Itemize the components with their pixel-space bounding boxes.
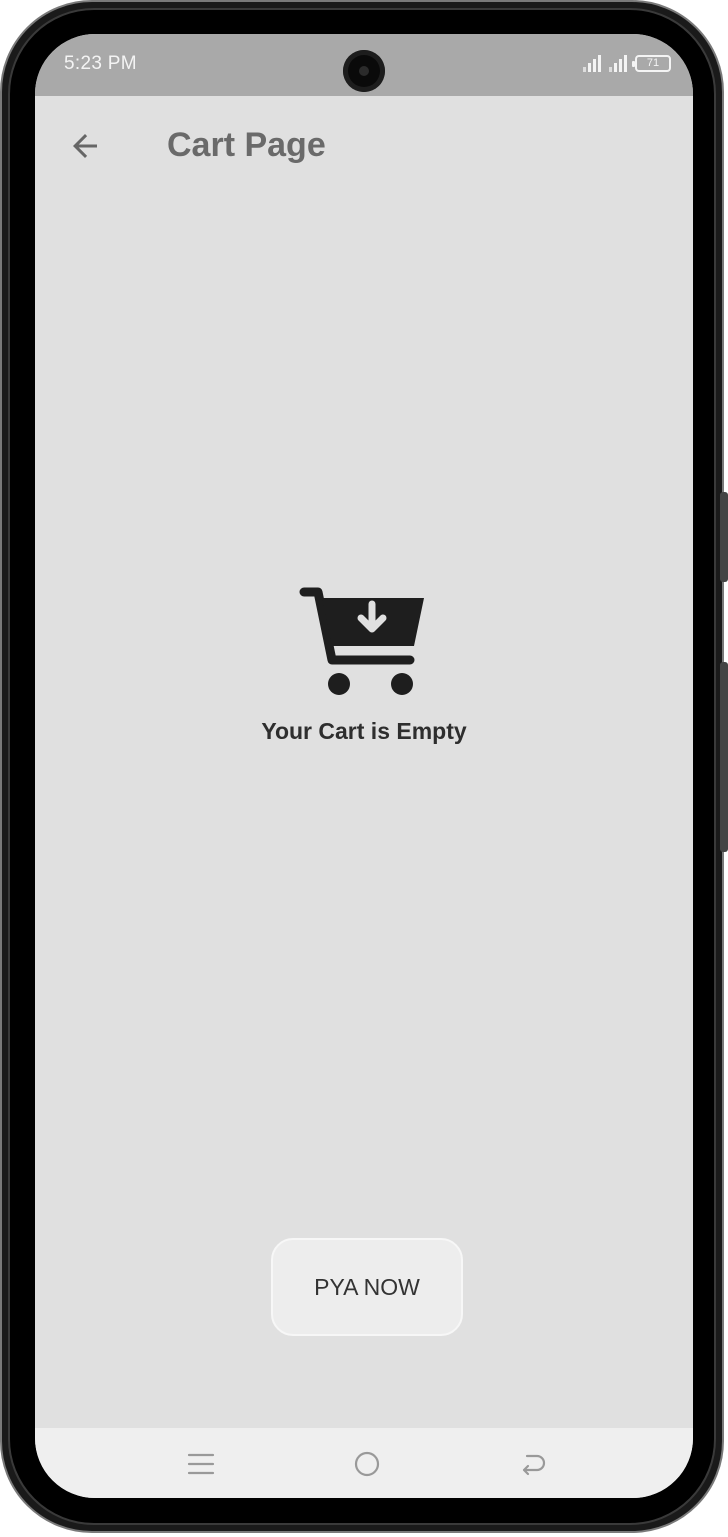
phone-frame: 5:23 PM 71 Cart Page Your Cart is Empty … bbox=[0, 0, 728, 1533]
back-button[interactable] bbox=[57, 118, 113, 174]
status-bar: 5:23 PM 71 bbox=[35, 34, 693, 96]
battery-icon: 71 bbox=[632, 55, 671, 72]
front-camera bbox=[343, 50, 385, 92]
volume-button bbox=[720, 492, 728, 582]
system-nav-bar bbox=[35, 1428, 693, 1498]
return-icon bbox=[522, 1454, 546, 1476]
signal-icon bbox=[609, 54, 627, 72]
empty-cart-state: Your Cart is Empty bbox=[35, 584, 693, 745]
menu-icon bbox=[187, 1453, 215, 1475]
nav-home-button[interactable] bbox=[347, 1446, 387, 1482]
nav-menu-button[interactable] bbox=[181, 1446, 221, 1482]
home-circle-icon bbox=[354, 1451, 380, 1477]
arrow-left-icon bbox=[73, 134, 97, 158]
status-icons: 71 bbox=[583, 54, 671, 72]
phone-screen: 5:23 PM 71 Cart Page Your Cart is Empty … bbox=[35, 34, 693, 1498]
app-bar: Cart Page bbox=[35, 96, 693, 200]
empty-cart-message: Your Cart is Empty bbox=[261, 718, 467, 744]
battery-level: 71 bbox=[646, 57, 660, 69]
page-title: Cart Page bbox=[167, 126, 326, 164]
pay-now-button[interactable]: PYA NOW bbox=[271, 1238, 463, 1336]
cart-download-icon bbox=[299, 587, 424, 695]
status-time: 5:23 PM bbox=[64, 53, 137, 74]
nav-back-button[interactable] bbox=[513, 1446, 553, 1482]
power-button bbox=[720, 662, 728, 852]
signal-icon bbox=[583, 54, 601, 72]
